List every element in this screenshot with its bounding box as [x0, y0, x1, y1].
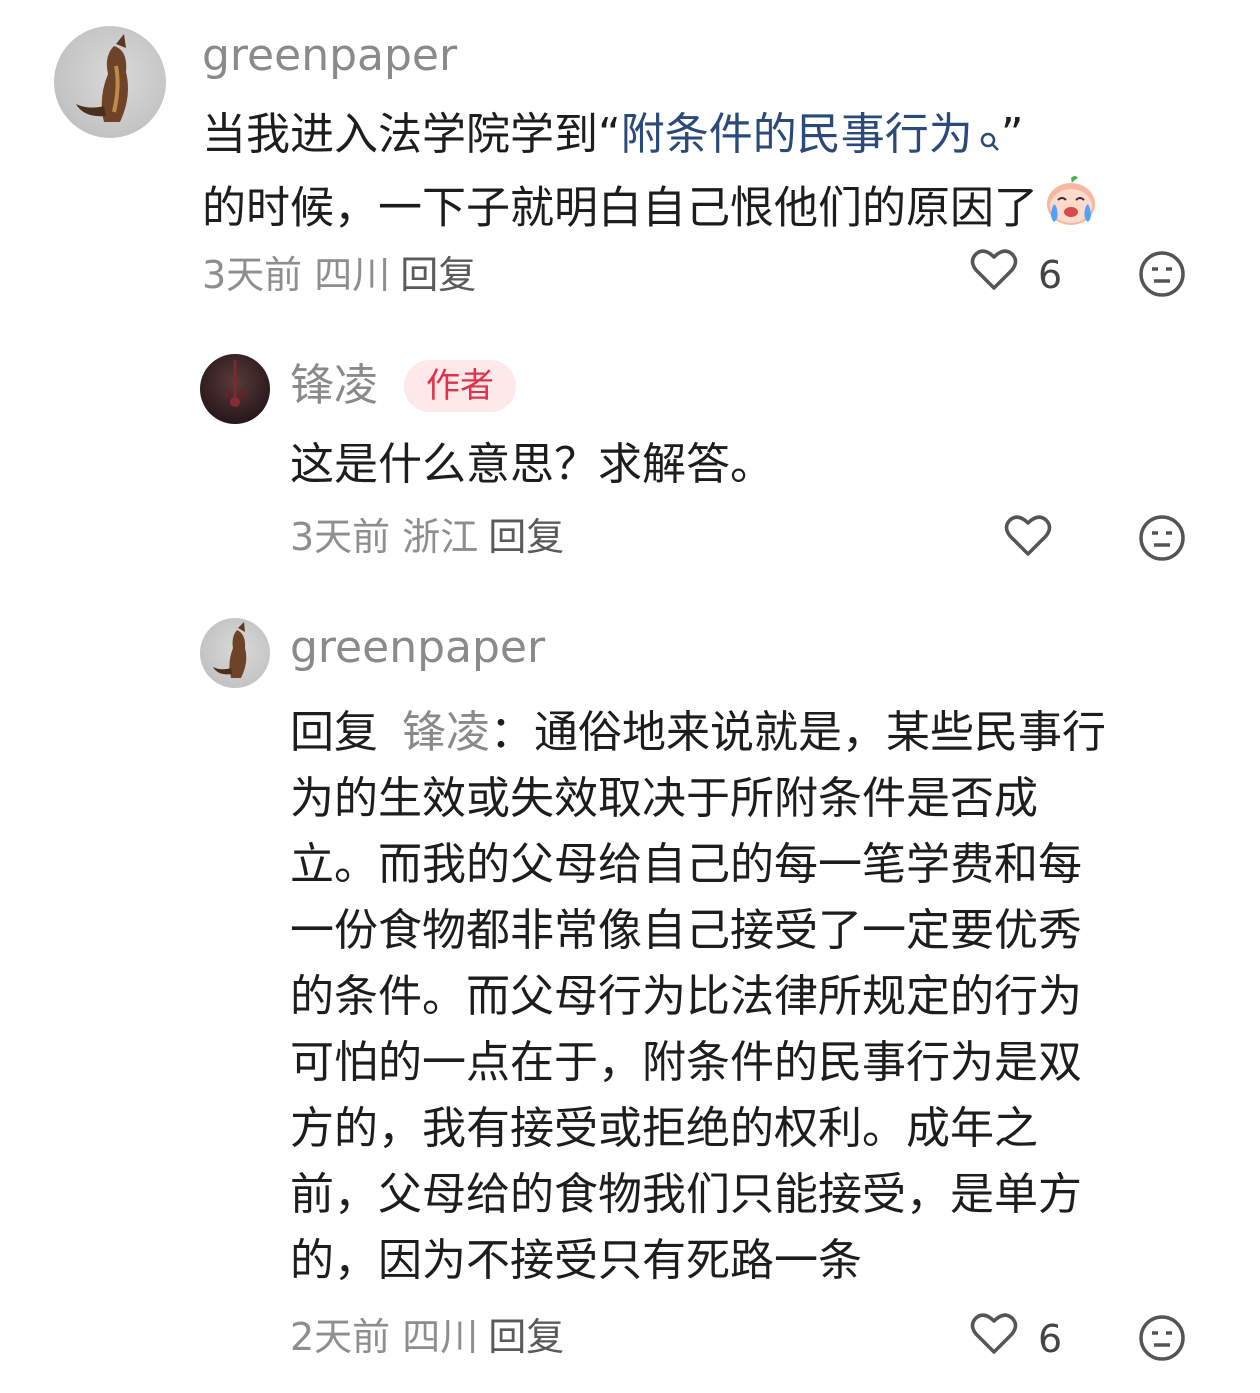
- avatar[interactable]: [200, 618, 270, 688]
- reply-location: 浙江: [402, 515, 479, 559]
- author-badge: 作者: [404, 360, 516, 412]
- reply-line: 为的生效或失效取决于所附条件是否成: [290, 773, 1038, 824]
- reply-button[interactable]: 回复: [400, 253, 476, 297]
- avatar[interactable]: [200, 354, 270, 424]
- reply-to-username[interactable]: 锋凌: [402, 707, 490, 758]
- reply-username[interactable]: greenpaper: [290, 622, 545, 674]
- reply-line: 方的，我有接受或拒绝的权利。成年之: [290, 1103, 1038, 1154]
- comment-text-prefix: 当我进入法学院学到“: [202, 109, 621, 160]
- reply-location: 四川: [402, 1315, 479, 1359]
- comment-time: 3天前: [202, 253, 303, 297]
- neutral-face-icon[interactable]: [1138, 250, 1186, 302]
- reply-username[interactable]: 锋凌: [290, 360, 378, 412]
- search-icon: [979, 106, 1001, 172]
- keyword-link[interactable]: 附条件的民事行为: [621, 109, 1001, 160]
- keyword-text: 附条件的民事行为: [620, 109, 973, 160]
- crying-peach-emoji: [1042, 172, 1100, 249]
- like-count: 6: [1038, 1316, 1063, 1361]
- reply-line: 的，因为不接受只有死路一条: [290, 1235, 862, 1286]
- reply-line: 立。而我的父母给自己的每一笔学费和每: [290, 839, 1082, 890]
- reply-colon: ：: [490, 707, 534, 758]
- comment-location: 四川: [314, 253, 391, 297]
- reply-line: 可怕的一点在于，附条件的民事行为是双: [290, 1037, 1082, 1088]
- heart-outline-icon: [970, 1312, 1018, 1365]
- comment-meta: 3天前 四川 回复: [202, 252, 476, 298]
- reply-text: 回复 锋凌：通俗地来说就是，某些民事行 为的生效或失效取决于所附条件是否成 立。…: [290, 700, 1210, 1294]
- reply-line: 通俗地来说就是，某些民事行: [534, 707, 1106, 758]
- comment-text-suffix: ”: [1000, 109, 1024, 160]
- neutral-face-icon[interactable]: [1138, 514, 1186, 566]
- reply-prefix: 回复: [290, 707, 378, 758]
- reply-text: 这是什么意思？求解答。: [290, 439, 774, 490]
- like-count: 6: [1038, 252, 1063, 297]
- reply-time: 3天前: [290, 515, 391, 559]
- neutral-face-icon[interactable]: [1138, 1314, 1186, 1366]
- comment-text-line2: 的时候，一下子就明白自己恨他们的原因了: [202, 182, 1038, 234]
- heart-outline-icon[interactable]: [1004, 514, 1052, 562]
- like-button[interactable]: 6: [970, 1312, 1062, 1365]
- heart-outline-icon: [970, 248, 1018, 301]
- reply-button[interactable]: 回复: [488, 515, 564, 559]
- reply-line: 前，父母给的食物我们只能接受，是单方: [290, 1169, 1082, 1220]
- reply-time: 2天前: [290, 1315, 391, 1359]
- reply-button[interactable]: 回复: [488, 1315, 564, 1359]
- comment-username[interactable]: greenpaper: [202, 30, 457, 82]
- reply-line: 一份食物都非常像自己接受了一定要优秀: [290, 905, 1082, 956]
- comment-text: 当我进入法学院学到“附条件的民事行为 ” 的时候，一下子就明白自己恨他们的原因了: [202, 102, 1212, 249]
- avatar[interactable]: [54, 26, 166, 138]
- reply-meta: 3天前 浙江 回复: [290, 514, 564, 560]
- reply-line: 的条件。而父母行为比法律所规定的行为: [290, 971, 1082, 1022]
- reply-meta: 2天前 四川 回复: [290, 1314, 564, 1360]
- like-button[interactable]: 6: [970, 248, 1062, 301]
